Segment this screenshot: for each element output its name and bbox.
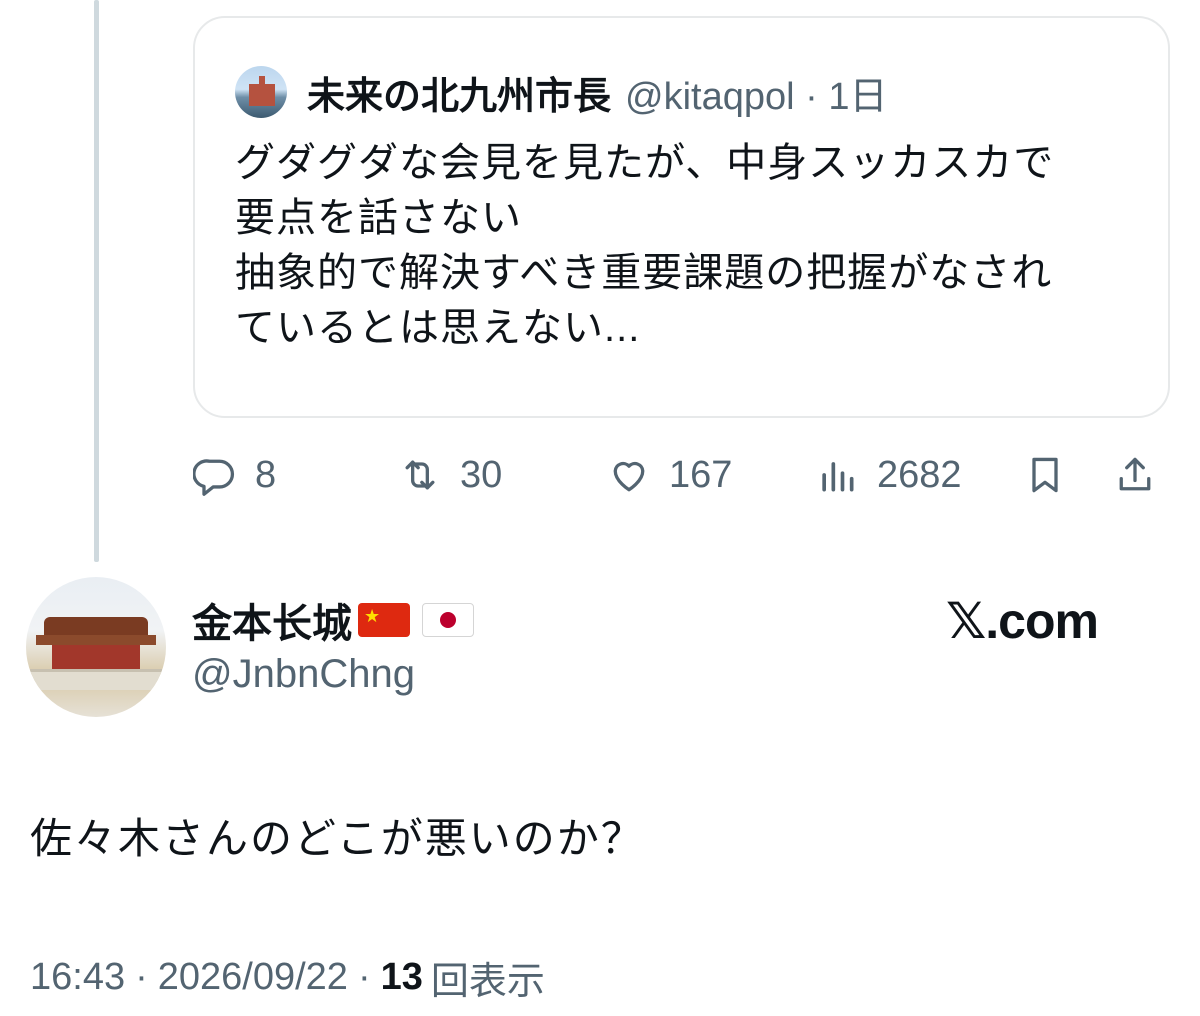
reply-icon <box>193 459 235 496</box>
quoted-post-time: 1日 <box>828 75 888 118</box>
views-button[interactable]: 2682 <box>815 450 962 500</box>
post-time[interactable]: 16:43 <box>30 956 125 999</box>
views-label: 回表示 <box>430 961 545 1003</box>
like-count: 167 <box>669 453 733 496</box>
quoted-post-card[interactable]: 未来の北九州市長 @kitaqpol · 1日 グダグダな会見を見たが、中身スッ… <box>193 16 1170 418</box>
quoted-post-header: 未来の北九州市長 @kitaqpol · 1日 <box>235 66 888 118</box>
views-count: 2682 <box>877 453 962 496</box>
heart-icon <box>613 461 645 492</box>
separator-dot: · <box>357 956 371 998</box>
reply-button[interactable]: 8 <box>193 450 276 500</box>
quoted-text-line: 抽象的で解決すべき重要課題の把握がなされ <box>235 251 1053 295</box>
views-chart-icon <box>822 462 854 492</box>
quoted-text-line: 要点を話さない <box>235 196 522 240</box>
author-handle[interactable]: @JnbnChng <box>192 652 415 697</box>
author-name[interactable]: 金本长城 <box>192 591 352 649</box>
quoted-text-line: グダグダな会見を見たが、中身スッカスカで <box>235 141 1055 185</box>
repost-icon <box>405 460 435 490</box>
quoted-text-line: ているとは思えない... <box>235 306 641 350</box>
share-icon <box>1119 457 1151 491</box>
share-button[interactable] <box>1113 450 1175 500</box>
separator-dot: · <box>135 956 148 998</box>
quoted-post-text: グダグダな会見を見たが、中身スッカスカで 要点を話さない 抽象的で解決すべき重要… <box>235 136 1145 356</box>
like-button[interactable]: 167 <box>607 450 732 500</box>
author-avatar[interactable] <box>26 577 166 717</box>
post-footer: 16:43 · 2026/09/22 · 13 回表示 <box>30 950 545 1005</box>
repost-count: 30 <box>460 453 503 496</box>
quoted-author-handle[interactable]: @kitaqpol <box>625 76 795 118</box>
brand-watermark: 𝕏.com <box>946 593 1099 649</box>
reply-count: 8 <box>255 453 277 496</box>
quoted-author-name[interactable]: 未来の北九州市長 <box>307 65 611 120</box>
quoted-author-avatar[interactable] <box>235 66 287 118</box>
post-date[interactable]: 2026/09/22 <box>158 956 348 999</box>
author-name-row: 金本长城 ★ <box>192 592 474 648</box>
views-total: 13 <box>380 956 423 998</box>
jp-flag-icon <box>422 603 474 637</box>
quoted-author-meta: @kitaqpol · 1日 <box>625 75 888 118</box>
repost-button[interactable]: 30 <box>398 450 502 500</box>
bookmark-icon <box>1032 457 1058 493</box>
post-text: 佐々木さんのどこが悪いのか？ <box>30 815 645 862</box>
cn-flag-icon: ★ <box>358 603 410 637</box>
bookmark-button[interactable] <box>1023 450 1085 500</box>
action-bar: 8 30 167 2682 <box>193 450 1173 500</box>
thread-line <box>94 0 99 562</box>
